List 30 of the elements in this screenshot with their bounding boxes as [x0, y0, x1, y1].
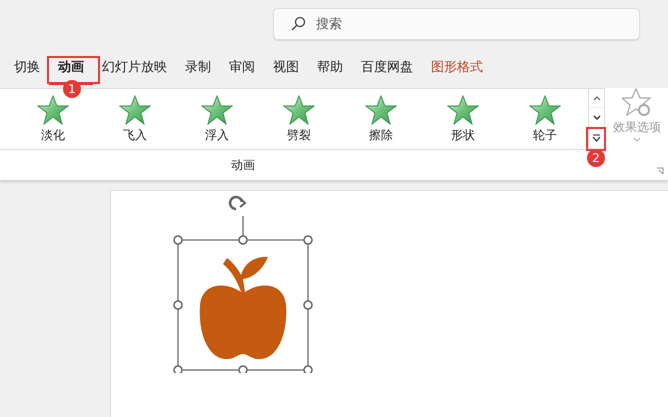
search-placeholder: 搜索	[316, 16, 342, 33]
ribbon-tab[interactable]: 切换	[5, 52, 49, 84]
group-label: 动画	[230, 156, 256, 174]
animation-effect[interactable]: 形状	[422, 89, 504, 149]
ribbon-tab[interactable]: 视图	[264, 52, 308, 84]
search-field[interactable]: 搜索	[273, 8, 640, 40]
ribbon-tab[interactable]: 录制	[176, 52, 220, 84]
animation-effect[interactable]: 劈裂	[258, 89, 340, 149]
dialog-launcher-icon[interactable]	[656, 167, 664, 175]
ribbon-tab[interactable]: 帮助	[308, 52, 352, 84]
star-icon	[201, 95, 233, 125]
star-icon	[529, 95, 561, 125]
star-icon	[119, 95, 151, 125]
star-icon	[447, 95, 479, 125]
star-icon	[37, 95, 69, 125]
caret-icon	[633, 137, 641, 142]
more-icon	[592, 134, 601, 142]
ribbon-tab[interactable]: 图形格式	[422, 52, 492, 84]
search-icon	[290, 16, 306, 32]
ribbon-tab[interactable]: 幻灯片放映	[93, 52, 176, 84]
ribbon-tab[interactable]: 百度网盘	[352, 52, 422, 84]
animation-effect[interactable]: 轮子	[504, 89, 586, 149]
star-icon	[283, 95, 315, 125]
ribbon-tab[interactable]: 审阅	[220, 52, 264, 84]
star-icon	[365, 95, 397, 125]
chevron-up-icon	[592, 96, 600, 101]
animation-effect[interactable]: 擦除	[340, 89, 422, 149]
animation-effect[interactable]: 飞入	[94, 89, 176, 149]
chevron-down-icon	[592, 115, 600, 120]
animation-effect[interactable]: 浮入	[176, 89, 258, 149]
